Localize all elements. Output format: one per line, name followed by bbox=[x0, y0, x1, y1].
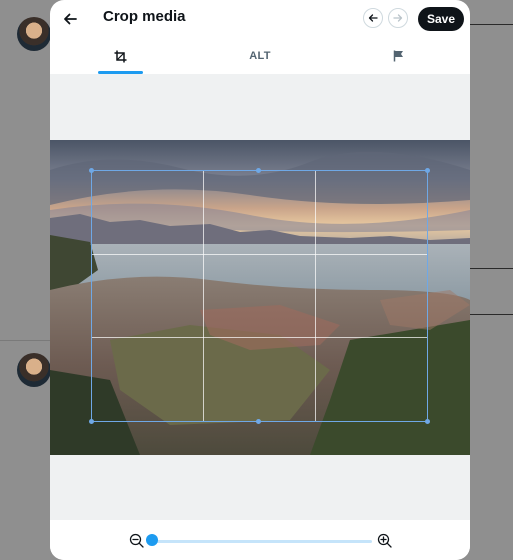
save-button[interactable]: Save bbox=[418, 7, 464, 31]
avatar[interactable] bbox=[17, 17, 51, 51]
tab-content-warning[interactable] bbox=[380, 38, 416, 74]
zoom-out-button[interactable] bbox=[128, 532, 144, 548]
arrow-right-icon bbox=[393, 14, 403, 22]
background-divider bbox=[0, 340, 50, 341]
crop-stage bbox=[50, 74, 470, 520]
crop-handle-bottom-left[interactable] bbox=[89, 419, 94, 424]
background-divider bbox=[470, 268, 513, 269]
crop-handle-top-right[interactable] bbox=[425, 168, 430, 173]
flag-icon bbox=[393, 50, 403, 62]
crop-handle-top-left[interactable] bbox=[89, 168, 94, 173]
zoom-in-icon bbox=[377, 533, 392, 548]
dialog-title: Crop media bbox=[103, 8, 186, 25]
crop-area[interactable] bbox=[89, 168, 430, 424]
crop-handle-top[interactable] bbox=[256, 168, 261, 173]
dialog-header: Crop media Save bbox=[50, 0, 470, 38]
crop-handle-bottom-right[interactable] bbox=[425, 419, 430, 424]
zoom-slider-thumb[interactable] bbox=[146, 534, 158, 546]
tab-crop[interactable] bbox=[98, 38, 143, 74]
media-tabs: ALT bbox=[50, 38, 470, 74]
arrow-left-icon bbox=[64, 13, 77, 25]
zoom-out-icon bbox=[129, 533, 144, 548]
crop-icon bbox=[114, 50, 127, 62]
avatar[interactable] bbox=[17, 353, 51, 387]
zoom-controls bbox=[50, 520, 470, 560]
tab-alt-label: ALT bbox=[249, 50, 271, 62]
background-divider bbox=[470, 24, 513, 25]
zoom-in-button[interactable] bbox=[376, 532, 392, 548]
arrow-left-icon bbox=[368, 14, 378, 22]
background-divider bbox=[470, 314, 513, 315]
back-button[interactable] bbox=[56, 5, 84, 33]
crop-media-dialog: Crop media Save ALT bbox=[50, 0, 470, 560]
zoom-slider[interactable] bbox=[152, 540, 372, 543]
tab-alt[interactable]: ALT bbox=[230, 38, 290, 74]
next-media-button[interactable] bbox=[388, 8, 408, 28]
previous-media-button[interactable] bbox=[363, 8, 383, 28]
crop-handle-bottom[interactable] bbox=[256, 419, 261, 424]
